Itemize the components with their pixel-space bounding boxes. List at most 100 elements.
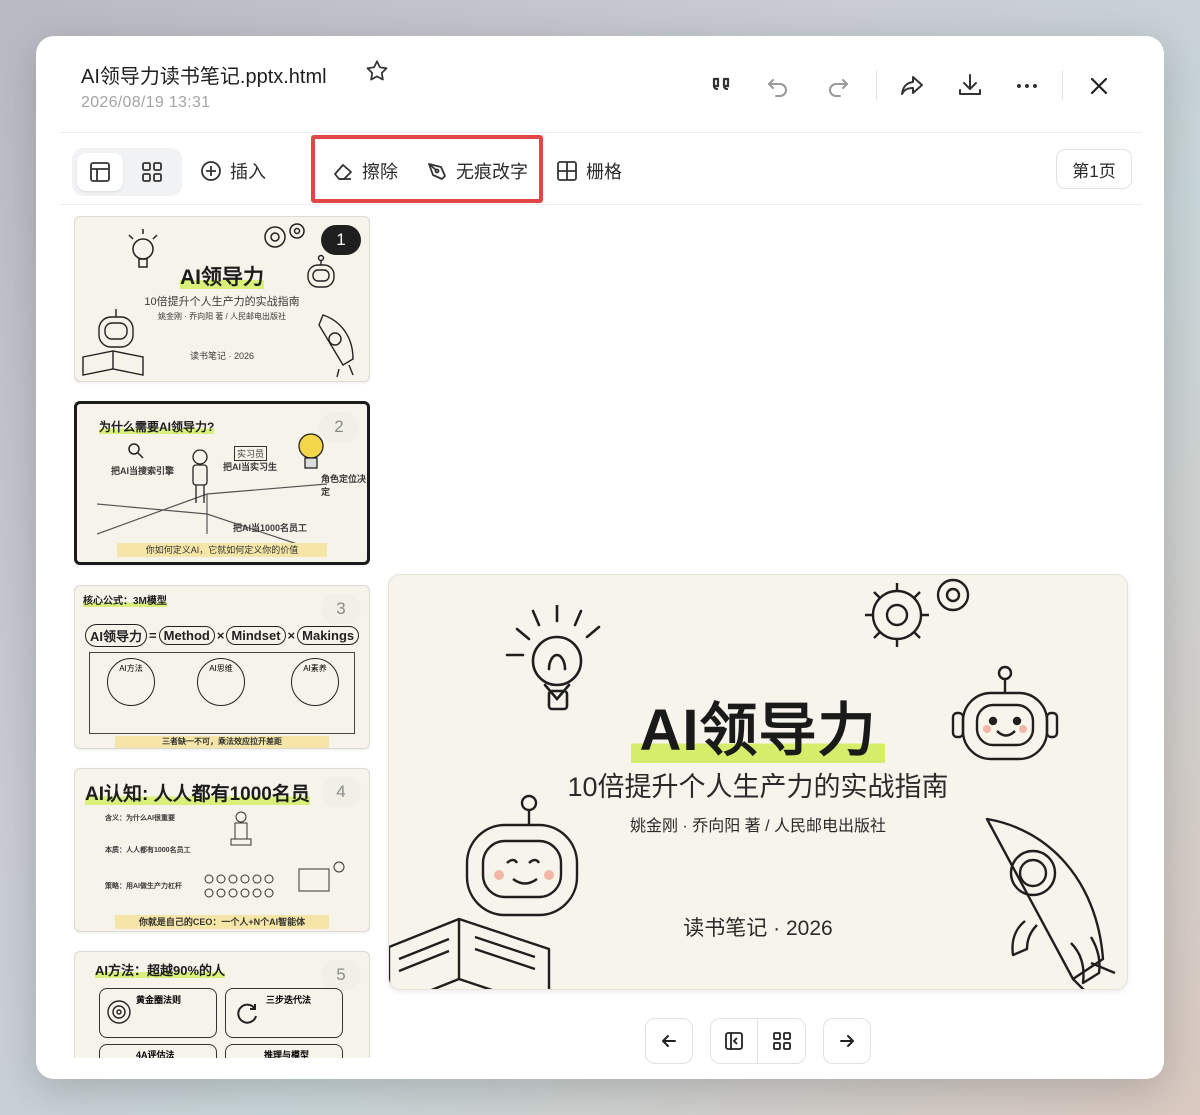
grid-view-icon xyxy=(142,162,162,182)
card-title: 黄金圈法则 xyxy=(136,995,182,1005)
quote-icon[interactable] xyxy=(708,72,736,100)
robot-icon xyxy=(307,254,335,288)
gears-icon xyxy=(865,578,970,647)
card-title: 4A评估法 xyxy=(136,1050,175,1058)
rocket-icon xyxy=(318,314,354,378)
toolbar-separator xyxy=(876,70,877,100)
slide-thumbnail-3[interactable]: 3 核心公式：3M模型 AI领导力 = Method × Mindset × M… xyxy=(74,585,370,749)
document-viewer-window: AI领导力读书笔记.pptx.html 2026/08/19 13:31 插入 … xyxy=(36,36,1164,1079)
slide-preview[interactable]: AI领导力 10倍提升个人生产力的实战指南 姚金刚 · 乔向阳 著 / 人民邮电… xyxy=(388,574,1128,990)
slide-footer: 你如何定义AI，它就如何定义你的价值 xyxy=(117,543,327,557)
slide-number-badge: 4 xyxy=(321,777,361,807)
sidebar-toggle-button[interactable] xyxy=(711,1019,759,1063)
slide-title: 核心公式：3M模型 xyxy=(83,596,167,607)
prev-slide-button[interactable] xyxy=(645,1018,693,1064)
slide-title: AI认知: 人人都有1000名员 xyxy=(85,784,310,805)
arrow-right-icon xyxy=(840,1035,854,1047)
toolbar-separator xyxy=(1062,70,1063,100)
method-card: 4A评估法 xyxy=(99,1044,217,1058)
card-title: 三步迭代法 xyxy=(266,995,312,1005)
slide-title: AI方法：超越90%的人 xyxy=(95,963,226,978)
card-title: 推理与模型 xyxy=(264,1050,310,1058)
more-icon[interactable] xyxy=(1013,72,1041,100)
document-date: 2026/08/19 13:31 xyxy=(81,94,211,111)
formula-operator: = xyxy=(149,628,157,643)
seamless-edit-button[interactable]: 无痕改字 xyxy=(426,158,528,184)
undo-icon[interactable] xyxy=(764,72,792,100)
formula-term: Mindset xyxy=(226,626,286,645)
plus-circle-icon xyxy=(201,161,221,181)
formula-row: AI领导力 = Method × Mindset × Makings xyxy=(85,624,360,647)
slide-thumbnail-list[interactable]: 1 AI领导力 10倍提升个人生产力的实战指南 姚金刚 · 乔向阳 著 / 人民… xyxy=(74,216,370,1058)
gears-icon xyxy=(264,223,305,248)
slide-label: 把AI当实习生 xyxy=(223,462,278,472)
layout-icon xyxy=(90,162,110,182)
erase-button[interactable]: 擦除 xyxy=(332,158,398,184)
slide-title: AI领导力 xyxy=(180,266,264,289)
column-badge: AI思维 xyxy=(197,658,245,706)
view-switch-group xyxy=(710,1018,806,1064)
insert-button[interactable]: 插入 xyxy=(200,158,266,184)
insert-label: 插入 xyxy=(230,162,266,182)
robot-reading-icon xyxy=(82,309,144,376)
robot-icon xyxy=(951,665,1059,761)
arrow-left-icon xyxy=(662,1035,676,1047)
grid-table-label: 栅格 xyxy=(586,162,622,182)
target-icon xyxy=(107,1000,131,1024)
slide-item: 本质：人人都有1000名员工 xyxy=(105,847,191,854)
editor-toolbar: 插入 擦除 无痕改字 栅格 第1页 xyxy=(72,135,1132,203)
download-icon[interactable] xyxy=(956,71,984,99)
toolbar-divider xyxy=(60,204,1142,205)
slide-item: 策略：用AI做生产力杠杆 xyxy=(105,883,182,890)
star-icon[interactable] xyxy=(364,58,390,84)
slide-number-badge: 5 xyxy=(321,960,361,990)
magnifier-icon xyxy=(128,443,144,459)
grid-view-icon xyxy=(772,1032,791,1050)
slide-label: 把AI当搜索引擎 xyxy=(111,466,175,476)
person-icon xyxy=(192,449,208,503)
robot-reading-icon xyxy=(389,794,579,989)
preview-title: AI领导力 xyxy=(631,698,885,763)
rocket-icon xyxy=(985,817,1116,989)
grid-table-icon xyxy=(557,161,577,181)
close-icon[interactable] xyxy=(1085,72,1113,100)
slide-footer: 三者缺一不可，乘法效应拉开差距 xyxy=(115,736,329,748)
slide-label: 角色定位决定 xyxy=(321,474,367,497)
slide-number-badge: 3 xyxy=(321,594,361,624)
column-badge: AI方法 xyxy=(107,658,155,706)
formula-operator: × xyxy=(287,628,296,643)
slide-thumbnail-5[interactable]: 5 AI方法：超越90%的人 黄金圈法则 三步迭代法 4A评估法 推理与模型 xyxy=(74,951,370,1058)
seamless-edit-label: 无痕改字 xyxy=(456,162,528,182)
erase-label: 擦除 xyxy=(362,162,398,182)
document-title: AI领导力读书笔记.pptx.html xyxy=(81,66,327,88)
slide-title: 为什么需要AI领导力? xyxy=(99,420,215,434)
page-indicator-button[interactable]: 第1页 xyxy=(1056,149,1132,189)
header-divider xyxy=(60,132,1142,133)
grid-table-button[interactable]: 栅格 xyxy=(556,158,622,184)
slide-thumbnail-1[interactable]: 1 AI领导力 10倍提升个人生产力的实战指南 姚金刚 · 乔向阳 著 / 人民… xyxy=(74,216,370,382)
method-card: 黄金圈法则 xyxy=(99,988,217,1038)
layout-view-button[interactable] xyxy=(77,153,123,191)
column-badge: AI素养 xyxy=(291,658,339,706)
lightbulb-icon xyxy=(298,433,324,469)
grid-overview-button[interactable] xyxy=(758,1019,805,1063)
next-slide-button[interactable] xyxy=(823,1018,871,1064)
share-icon[interactable] xyxy=(898,72,926,100)
slide-item: 含义：为什么AI很重要 xyxy=(105,815,175,822)
formula-term: AI领导力 xyxy=(85,624,148,647)
slide-thumbnail-4[interactable]: 4 AI认知: 人人都有1000名员 含义：为什么AI很重要 本质：人人都有10… xyxy=(74,768,370,932)
redo-icon[interactable] xyxy=(824,72,852,100)
eraser-icon xyxy=(334,164,352,180)
method-card: 三步迭代法 xyxy=(225,988,343,1038)
formula-term: Method xyxy=(158,626,215,645)
view-toggle xyxy=(72,148,182,196)
slide-footer: 你就是自己的CEO：一个人+N个AI智能体 xyxy=(115,915,329,929)
grid-view-button[interactable] xyxy=(129,153,175,191)
pen-icon xyxy=(428,163,446,180)
slide-number-badge: 1 xyxy=(321,225,361,255)
refresh-icon xyxy=(237,1003,257,1024)
formula-term: Makings xyxy=(297,626,360,645)
slide-thumbnail-2[interactable]: 2 为什么需要AI领导力? 把AI当搜索引擎 实习员 把AI当实习生 角色定位决… xyxy=(74,401,370,565)
method-card: 推理与模型 xyxy=(225,1044,343,1058)
formula-operator: × xyxy=(216,628,225,643)
